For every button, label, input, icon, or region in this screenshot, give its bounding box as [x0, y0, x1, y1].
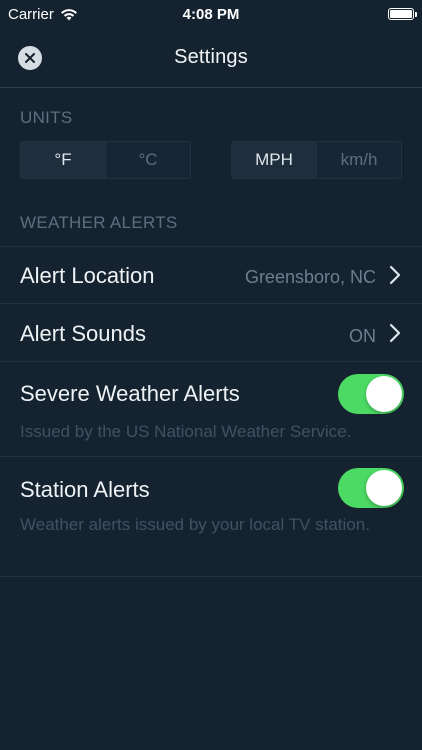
alert-location-row[interactable]: Alert Location Greensboro, NC — [0, 246, 422, 303]
nav-bar: Settings — [0, 28, 422, 88]
status-right — [388, 8, 417, 20]
toggle-knob — [366, 470, 402, 506]
alert-sounds-row[interactable]: Alert Sounds ON — [0, 303, 422, 361]
battery-icon — [388, 8, 417, 20]
chevron-right-icon — [389, 265, 401, 285]
list-bottom-divider — [0, 576, 422, 577]
severe-weather-alerts-subtitle: Issued by the US National Weather Servic… — [20, 422, 352, 441]
units-section-header: UNITS — [20, 108, 73, 127]
alert-location-label: Alert Location — [20, 263, 155, 288]
alert-sounds-label: Alert Sounds — [20, 321, 146, 346]
carrier-label: Carrier — [8, 5, 54, 23]
status-bar: Carrier 4:08 PM — [0, 0, 422, 28]
close-icon — [25, 53, 35, 63]
speed-unit-control: MPH km/h — [231, 141, 402, 179]
station-alerts-label: Station Alerts — [20, 477, 150, 502]
status-left: Carrier — [8, 6, 78, 23]
severe-weather-alerts-label: Severe Weather Alerts — [20, 381, 240, 406]
severe-weather-alerts-row: Severe Weather Alerts Issued by the US N… — [0, 361, 422, 456]
alert-sounds-value: ON — [349, 326, 376, 346]
toggle-knob — [366, 376, 402, 412]
chevron-right-icon — [389, 323, 401, 343]
severe-weather-alerts-toggle[interactable] — [338, 374, 404, 414]
segment-fahrenheit[interactable]: °F — [21, 142, 105, 178]
station-alerts-row: Station Alerts Weather alerts issued by … — [0, 456, 422, 576]
temperature-unit-control: °F °C — [20, 141, 191, 179]
page-title: Settings — [174, 46, 248, 68]
weather-alerts-section-header: WEATHER ALERTS — [20, 213, 178, 232]
wifi-icon — [60, 8, 77, 20]
segment-mph[interactable]: MPH — [232, 142, 316, 178]
settings-screen: Carrier 4:08 PM Settings UNITS °F °C MPH… — [0, 0, 422, 750]
station-alerts-subtitle: Weather alerts issued by your local TV s… — [20, 515, 370, 534]
station-alerts-toggle[interactable] — [338, 468, 404, 508]
alert-location-value: Greensboro, NC — [244, 267, 376, 287]
segment-celsius[interactable]: °C — [105, 142, 190, 178]
close-button[interactable] — [18, 46, 42, 70]
segment-kmh[interactable]: km/h — [316, 142, 401, 178]
